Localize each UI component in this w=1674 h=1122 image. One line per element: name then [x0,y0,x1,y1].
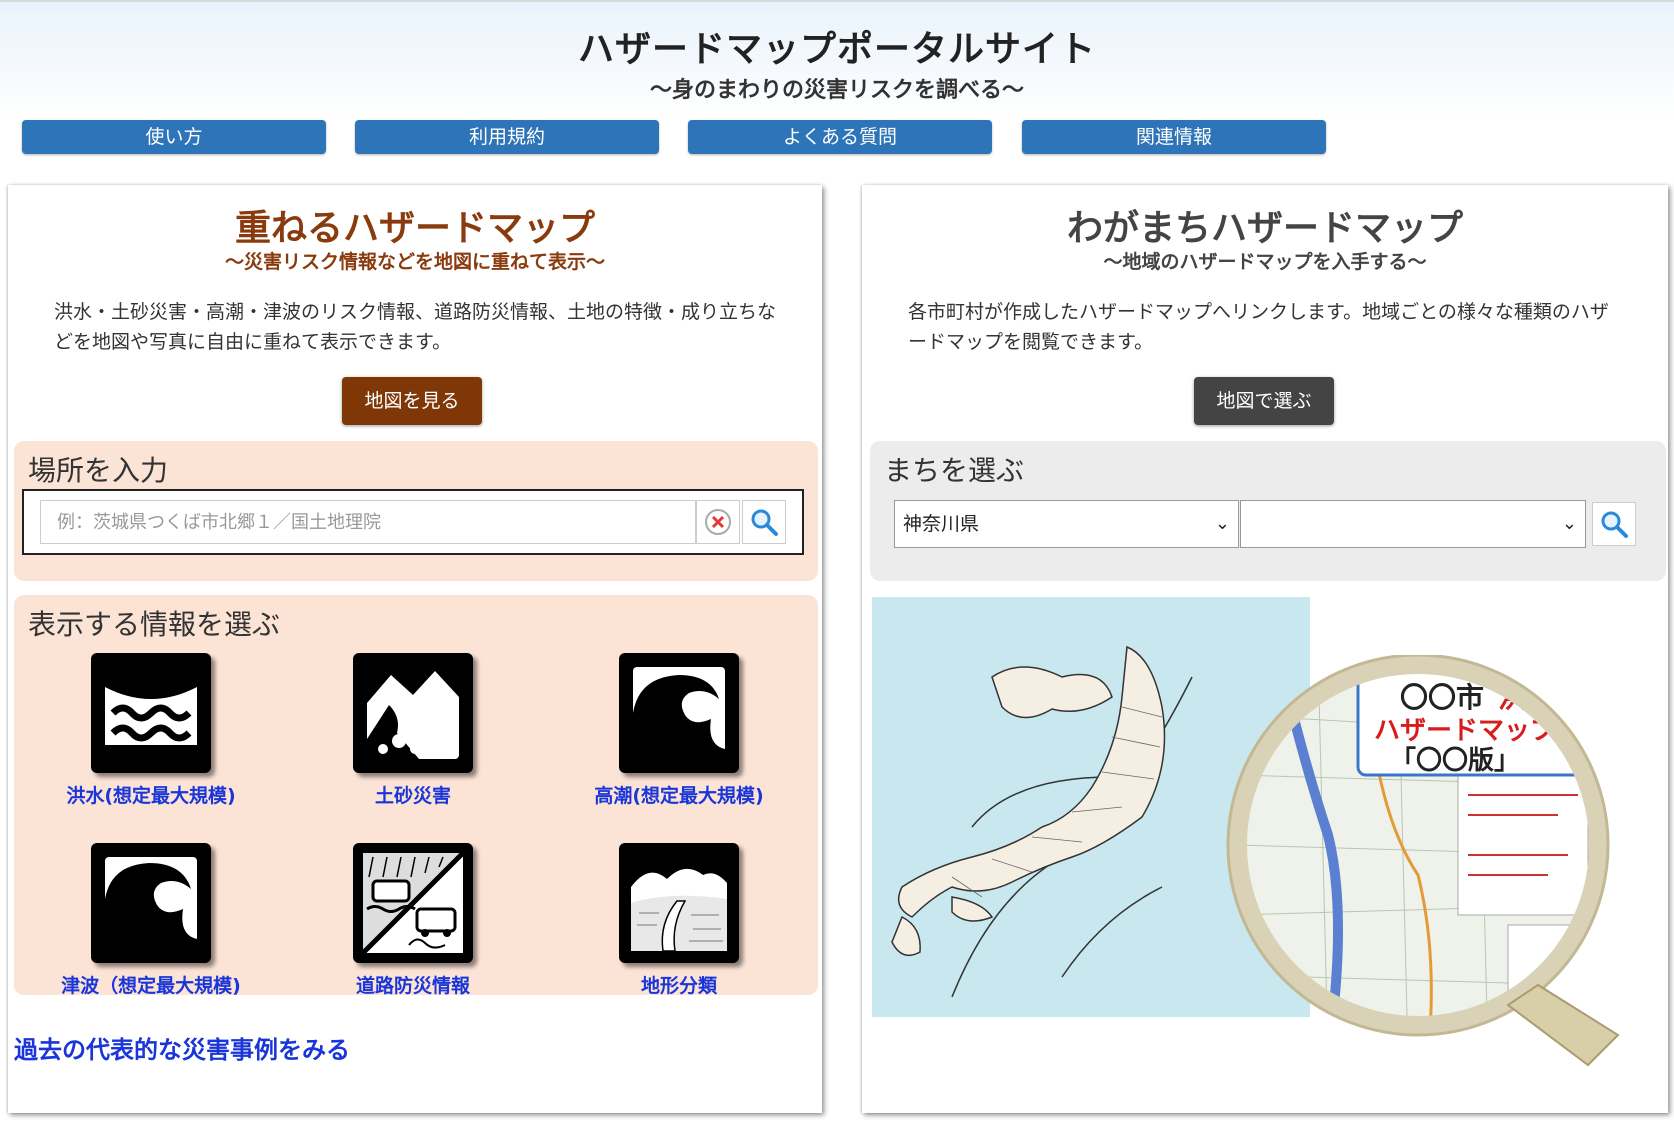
panel-title: 重ねるハザードマップ [234,208,595,249]
nav-related-info[interactable]: 関連情報 [1022,120,1326,154]
magnifier-text-city: 〇〇市 [1400,681,1484,714]
clear-icon [705,509,731,535]
chevron-down-icon: ⌄ [1214,513,1230,534]
location-search-box: 場所を入力 [14,441,818,581]
search-icon [1601,511,1628,538]
hazard-landform[interactable]: 地形分類 [554,843,804,998]
hazard-label: 地形分類 [640,975,717,997]
site-header: ハザードマップポータルサイト ～身のまわりの災害リスクを調べる～ [0,0,1674,120]
hazard-road[interactable]: 道路防災情報 [288,843,538,998]
magnifier-text-edition: 「〇〇版」 [1390,745,1520,776]
nav-faq[interactable]: よくある質問 [688,120,992,154]
select-on-map-button[interactable]: 地図で選ぶ [1194,377,1334,425]
panel-subtitle: ～災害リスク情報などを地図に重ねて表示～ [224,251,605,273]
hazard-landslide[interactable]: 土砂災害 [288,653,538,808]
search-button[interactable] [742,500,786,544]
prefecture-selected: 神奈川県 [903,513,980,535]
nav-terms[interactable]: 利用規約 [355,120,659,154]
storm-surge-icon [619,653,739,773]
hazard-label: 道路防災情報 [355,975,470,997]
site-subtitle: ～身のまわりの災害リスクを調べる～ [649,78,1024,103]
magnifier-text-hazardmap: ハザードマップ [1374,716,1557,746]
magnifier-illustration: 〇〇市 洪水 ハザードマップ 「〇〇版」 [1178,653,1648,1075]
clear-button[interactable] [696,500,740,544]
magnifier-icon: 〇〇市 洪水 ハザードマップ 「〇〇版」 [1226,653,1620,1067]
hazard-label: 土砂災害 [374,785,451,807]
search-icon [751,509,778,536]
panel-description: 洪水・土砂災害・高潮・津波のリスク情報、道路防災情報、土地の特徴・成り立ちなどを… [54,301,777,353]
chevron-down-icon: ⌄ [1561,513,1577,534]
landslide-icon [353,653,473,773]
panel-title: わがまちハザードマップ [1066,208,1463,249]
landform-icon [619,843,739,963]
overlay-hazard-map-panel: 重ねるハザードマップ ～災害リスク情報などを地図に重ねて表示～ 洪水・土砂災害・… [8,185,822,1113]
past-disasters-link[interactable]: 過去の代表的な災害事例をみる [14,1030,350,1065]
info-select-label: 表示する情報を選ぶ [28,608,281,641]
tsunami-icon [91,843,211,963]
municipality-select[interactable]: ⌄ [1240,500,1586,548]
info-select-box: 表示する情報を選ぶ 洪水(想定最大規模) 土砂災害 高潮(想定最大規模) 津波（… [14,595,818,998]
local-hazard-map-panel: わがまちハザードマップ ～地域のハザードマップを入手する～ 各市町村が作成したハ… [862,185,1668,1113]
hazard-tsunami[interactable]: 津波（想定最大規模) [26,843,276,998]
flood-icon [91,653,211,773]
hazard-label: 高潮(想定最大規模) [594,785,764,807]
panel-subtitle: ～地域のハザードマップを入手する～ [1103,251,1427,273]
hazard-storm-surge[interactable]: 高潮(想定最大規模) [554,653,804,808]
location-search-input[interactable] [40,500,696,544]
prefecture-select[interactable]: 神奈川県 ⌄ [894,500,1239,548]
site-title: ハザードマップポータルサイト [577,29,1096,70]
view-map-button[interactable]: 地図を見る [342,377,482,425]
hazard-label: 洪水(想定最大規模) [66,785,236,807]
town-select-label: まちを選ぶ [884,454,1025,487]
road-disaster-icon [353,843,473,963]
panel-description: 各市町村が作成したハザードマップへリンクします。地域ごとの様々な種類のハザードマ… [908,301,1609,353]
town-search-button[interactable] [1592,502,1636,546]
hazard-flood[interactable]: 洪水(想定最大規模) [26,653,276,808]
location-label: 場所を入力 [28,454,169,487]
search-frame [22,489,804,555]
hazard-label: 津波（想定最大規模) [61,975,241,997]
nav-how-to-use[interactable]: 使い方 [22,120,326,154]
